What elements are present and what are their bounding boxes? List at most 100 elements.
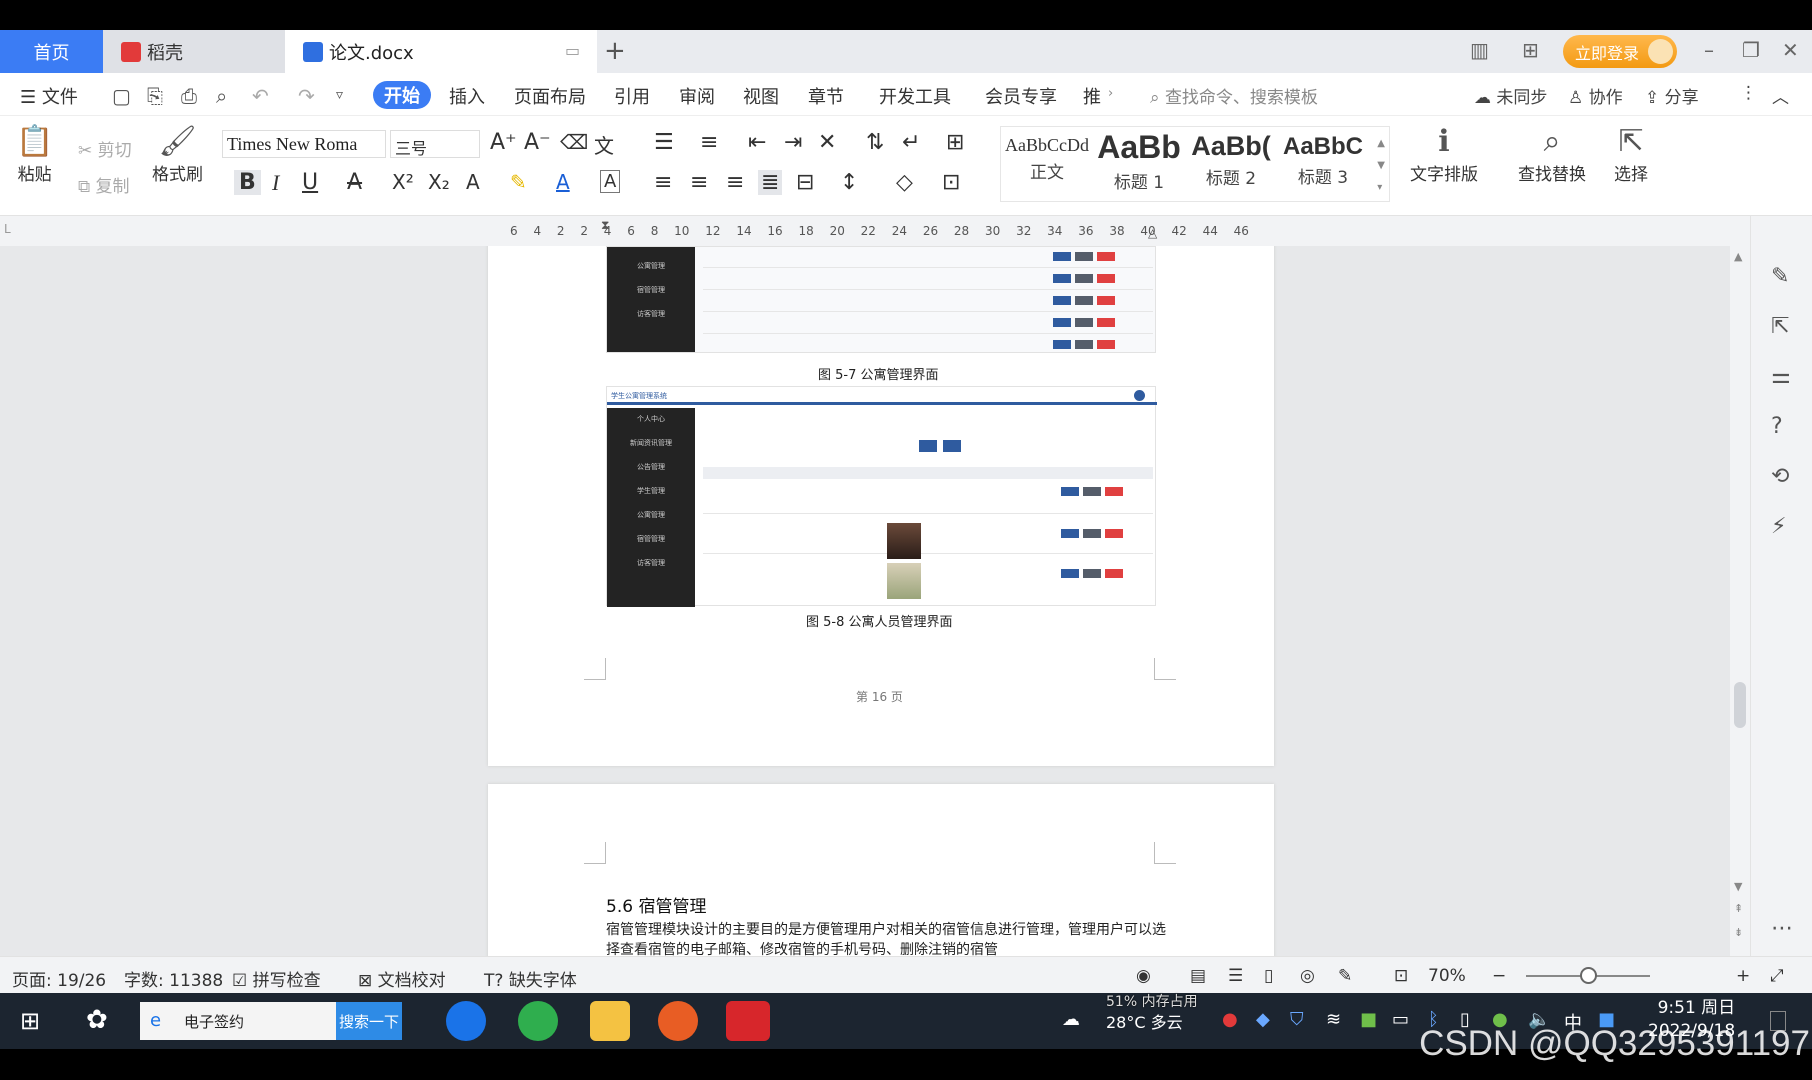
chinese-layout-icon[interactable]: ✕ [818,130,836,155]
fullscreen-icon[interactable]: ⤢ [1770,966,1784,986]
bold-button[interactable]: B [234,170,261,195]
next-page-icon[interactable]: ⇟ [1734,926,1743,939]
tab-home[interactable]: 首页 [0,30,103,73]
share-button[interactable]: ⇪ 分享 [1645,83,1699,108]
justify-icon[interactable]: ≣ [758,170,783,195]
windows-start-icon[interactable]: ⊞ [20,1007,40,1035]
menu-review[interactable]: 审阅 [679,83,715,109]
shading-icon[interactable]: ◇ [896,170,913,195]
align-left-icon[interactable]: ≡ [654,170,672,195]
copy-button[interactable]: ⧉ 复制 [78,172,130,197]
spell-check[interactable]: ☑ 拼写检查 [232,966,321,991]
tab-document[interactable]: 论文.docx ▭ [285,30,597,73]
body-paragraph[interactable]: 宿管管理模块设计的主要目的是方便管理用户对相关的宿管信息进行管理，管理用户可以选… [606,920,1166,956]
subscript-button[interactable]: X₂ [428,170,450,194]
menu-more-icon[interactable]: › [1108,86,1113,101]
strikethrough-button[interactable]: A [347,170,362,195]
scroll-down-icon[interactable]: ▼ [1734,880,1742,893]
text-layout-button[interactable]: ℹ 文字排版 [1410,124,1478,185]
section-heading[interactable]: 5.6 宿管管理 [606,892,706,917]
sync-status[interactable]: ☁ 未同步 [1474,83,1547,108]
scroll-up-icon[interactable]: ▲ [1734,250,1742,263]
360-browser-icon[interactable] [518,1001,558,1041]
zoom-in-icon[interactable]: + [1736,966,1750,986]
italic-button[interactable]: I [272,170,279,196]
scroll-thumb[interactable] [1734,682,1746,728]
close-icon[interactable]: ✕ [1782,38,1799,62]
font-color-icon[interactable]: A [556,170,570,194]
select-button[interactable]: ⇱ 选择 [1614,124,1648,185]
print-preview-icon[interactable]: ⌕ [216,84,227,108]
borders-icon[interactable]: ⊡ [942,170,960,195]
font-grow-icon[interactable]: A⁺ [490,130,517,155]
show-marks-icon[interactable]: ↵ [902,130,920,155]
zoom-level[interactable]: 70% [1428,966,1466,986]
quick-access-dropdown-icon[interactable]: ▿ [336,87,343,103]
zoom-slider-knob[interactable] [1580,967,1597,984]
tab-docer[interactable]: 稻壳 [103,30,285,73]
align-center-icon[interactable]: ≡ [690,170,708,195]
taskbar-search-button[interactable]: 搜索一下 [336,1002,402,1040]
web-view-icon[interactable]: ◎ [1300,966,1315,986]
pointer-icon[interactable]: ⇱ [1771,314,1789,339]
menu-references[interactable]: 引用 [614,83,650,109]
menu-home[interactable]: 开始 [373,81,431,109]
outdent-icon[interactable]: ⇤ [748,130,766,155]
redo-icon[interactable]: ↷ [298,84,315,108]
tray-shield-icon[interactable]: ⛉ [1290,1009,1304,1030]
style-heading-1[interactable]: AaBb 标题 1 [1093,127,1185,201]
backup-icon[interactable]: ⟲ [1771,464,1789,489]
settings-sliders-icon[interactable]: ⚌ [1771,364,1791,389]
ie-browser-icon[interactable] [446,1001,486,1041]
prev-page-icon[interactable]: ⇞ [1734,902,1743,915]
superscript-button[interactable]: X² [392,170,414,194]
minimize-icon[interactable]: – [1704,38,1714,62]
layout-icon[interactable]: ▥ [1470,38,1489,62]
write-view-icon[interactable]: ✎ [1338,966,1352,986]
numbered-list-icon[interactable]: ≡ [700,130,718,155]
taskbar-search-input[interactable]: e 电子签约 [140,1002,336,1040]
format-painter-button[interactable]: 🖌 格式刷 [152,124,203,185]
font-size-select[interactable]: 三号 [390,130,480,158]
help-icon[interactable]: ? [1771,414,1783,439]
horizontal-ruler[interactable]: L 6 4 2 2 4 6 8 10 12 14 16 18 20 22 24 … [0,216,1812,246]
edit-pen-icon[interactable]: ✎ [1771,264,1789,289]
clear-format-icon[interactable]: ⌫ [560,130,588,154]
weather-icon[interactable]: ☁ [1062,1009,1080,1030]
table-tabs-icon[interactable]: ⊞ [946,130,964,155]
read-view-icon[interactable]: ▯ [1264,966,1273,986]
doc-proof[interactable]: ⊠ 文档校对 [358,966,446,991]
paste-button[interactable]: 📋 粘贴 [16,124,53,185]
line-spacing-icon[interactable]: ↕ [840,170,858,195]
font-family-select[interactable]: Times New Roma [222,130,386,158]
menu-member[interactable]: 会员专享 [985,83,1057,109]
lightning-icon[interactable]: ⚡ [1771,514,1786,539]
style-heading-2[interactable]: AaBb( 标题 2 [1185,127,1277,201]
text-effect-icon[interactable]: A [466,170,480,194]
highlight-icon[interactable]: ✎ [510,170,527,194]
file-menu[interactable]: ☰ 文件 [20,83,78,109]
battery-icon[interactable]: ▭ [1392,1009,1409,1030]
new-tab-button[interactable]: + [604,36,626,66]
align-right-icon[interactable]: ≡ [726,170,744,195]
underline-button[interactable]: U [302,170,318,195]
restore-icon[interactable]: ❐ [1742,38,1760,62]
nvidia-icon[interactable]: ■ [1360,1009,1377,1030]
tray-app-icon[interactable]: ● [1222,1009,1238,1030]
save-icon[interactable]: ▢ [112,84,131,108]
menu-recommend[interactable]: 推 [1083,83,1101,109]
phonetic-icon[interactable]: 文 [594,130,614,159]
font-shrink-icon[interactable]: A⁻ [524,130,551,155]
wifi-icon[interactable]: ≋ [1326,1009,1341,1030]
command-search[interactable]: ⌕ 查找命令、搜索模板 [1150,83,1318,108]
menu-view[interactable]: 视图 [743,83,779,109]
zoom-out-icon[interactable]: − [1492,966,1506,986]
page-view-icon[interactable]: ▤ [1190,966,1206,986]
file-explorer-icon[interactable] [590,1001,630,1041]
char-border-icon[interactable]: A [600,170,621,193]
tab-stop-icon[interactable]: L [4,222,11,236]
style-normal[interactable]: AaBbCcDd 正文 [1001,127,1093,201]
menu-page-layout[interactable]: 页面布局 [514,83,586,109]
sort-icon[interactable]: ⇅ [866,130,884,155]
tab-options-icon[interactable]: ▭ [565,41,580,60]
